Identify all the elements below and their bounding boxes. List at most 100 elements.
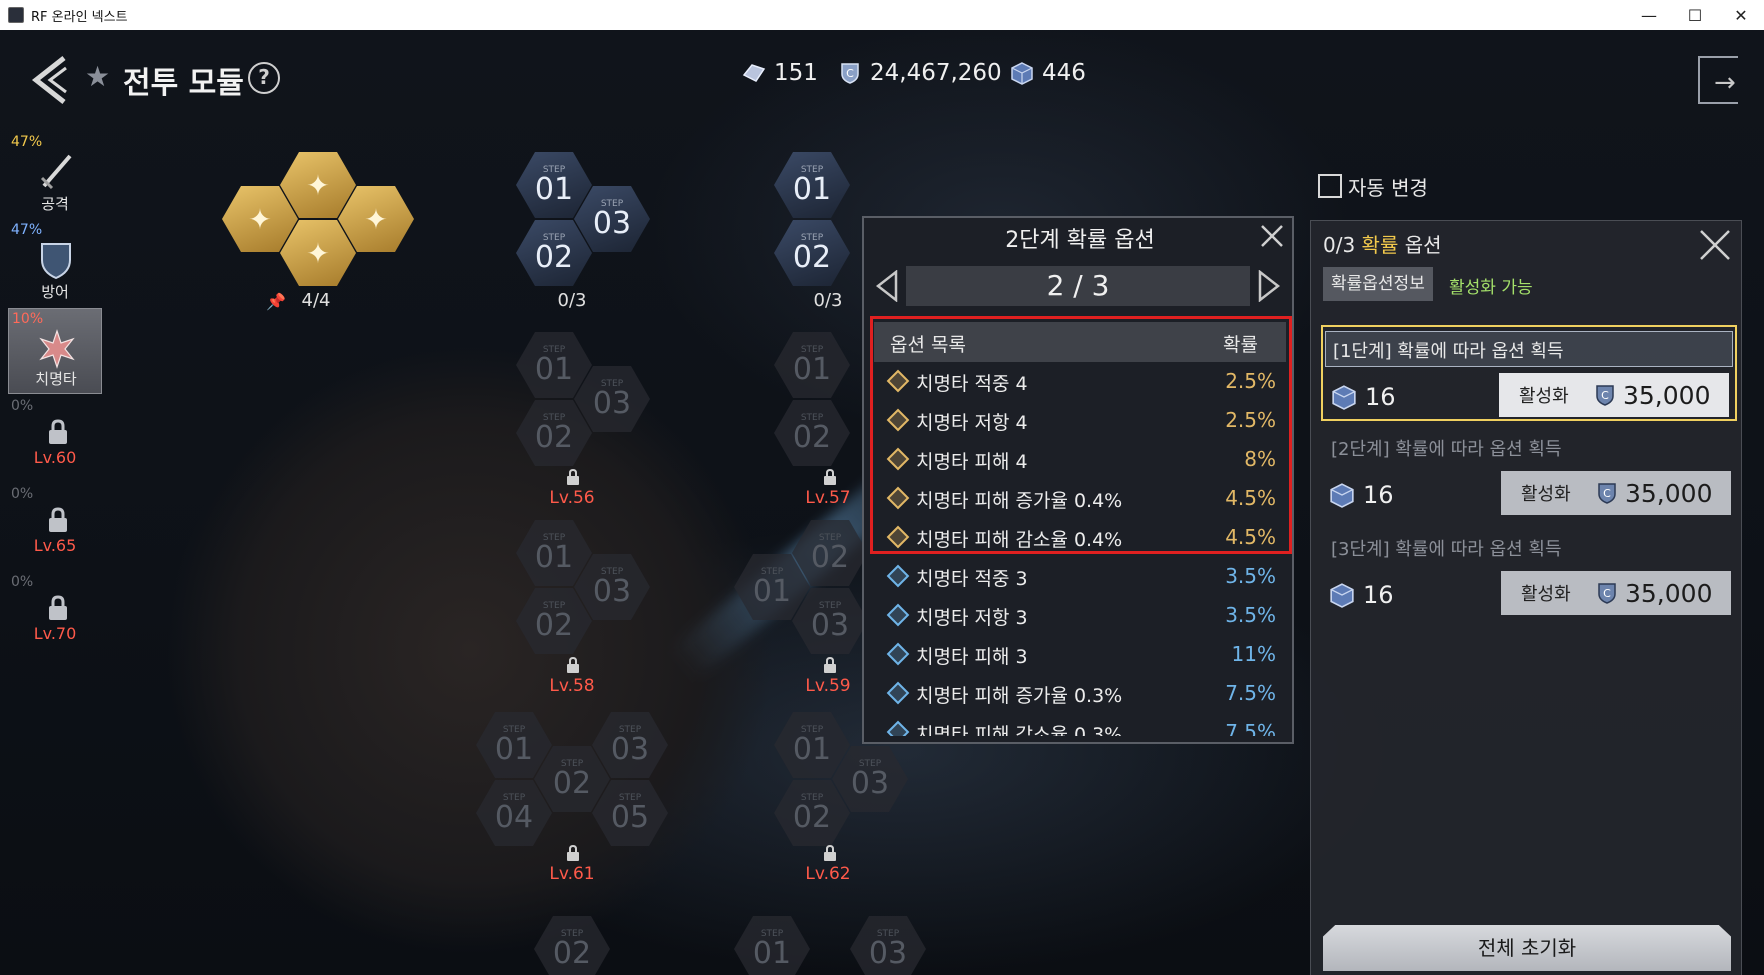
unlock-level: Lv.58 bbox=[549, 676, 595, 696]
step-number: 02 bbox=[792, 240, 832, 275]
step-hex-locked: STEP 01 bbox=[774, 332, 850, 398]
sidebar-tab-locked-3[interactable]: 0% Lv.70 bbox=[8, 572, 102, 658]
step-number: 03 bbox=[810, 608, 850, 643]
unlock-level: Lv.57 bbox=[805, 488, 851, 508]
currency-gold-value: 24,467,260 bbox=[870, 60, 1002, 86]
unlock-level: Lv.61 bbox=[549, 864, 595, 884]
probability-option-panel: 0/3 확률 옵션 확률옵션정보 활성화 가능 [1단계] 확률에 따라 옵션 … bbox=[1310, 220, 1742, 975]
option-name: 치명타 저항 3 bbox=[916, 607, 1028, 629]
cluster-progress: 4/4 bbox=[301, 290, 331, 311]
auto-change-checkbox[interactable] bbox=[1318, 174, 1342, 198]
close-window-button[interactable]: ✕ bbox=[1718, 0, 1764, 30]
step-number: 02 bbox=[534, 608, 574, 643]
sidebar-tab-defense[interactable]: 47% 방어 bbox=[8, 220, 102, 306]
lock-icon bbox=[49, 507, 67, 532]
lock-icon bbox=[567, 656, 579, 673]
step-number: 03 bbox=[610, 732, 650, 767]
step-hex-locked: STEP 02 bbox=[774, 400, 850, 466]
help-icon[interactable]: ? bbox=[248, 62, 280, 94]
exit-arrow-icon: → bbox=[1714, 68, 1736, 98]
step-number: 01 bbox=[792, 732, 832, 767]
option-name: 치명타 피해 감소율 0.3% bbox=[916, 724, 1123, 736]
lock-icon bbox=[49, 595, 67, 620]
step-number: 02 bbox=[534, 240, 574, 275]
sidebar-tab-pct: 0% bbox=[11, 398, 34, 414]
exit-button[interactable]: → bbox=[1698, 56, 1738, 104]
lock-icon bbox=[567, 468, 579, 485]
sidebar-tab-locked-2[interactable]: 0% Lv.65 bbox=[8, 484, 102, 570]
step-number: 02 bbox=[810, 540, 850, 575]
option-row: 치명타 피해 감소율 0.3% 7.5% bbox=[874, 713, 1286, 736]
step-number: 02 bbox=[792, 420, 832, 455]
stage-row-1[interactable]: [1단계] 확률에 따라 옵션 획득 16 활성화 C 35,000 bbox=[1321, 325, 1737, 421]
window-title: RF 온라인 넥스트 bbox=[31, 9, 128, 25]
step-number: 01 bbox=[534, 540, 574, 575]
stage-row-2[interactable]: [2단계] 확률에 따라 옵션 획득 16 활성화 C 35,000 bbox=[1321, 425, 1737, 521]
unlock-level: Lv.59 bbox=[805, 676, 851, 696]
step-number: 01 bbox=[534, 352, 574, 387]
sidebar-tab-critical[interactable]: 10% 치명타 bbox=[8, 308, 102, 394]
lock-icon bbox=[824, 844, 836, 861]
step-number: 03 bbox=[592, 206, 632, 241]
close-icon[interactable] bbox=[1258, 222, 1286, 250]
favorite-star-icon[interactable]: ★ bbox=[85, 60, 110, 93]
cube-icon bbox=[1332, 385, 1356, 410]
back-arrow-icon[interactable] bbox=[28, 52, 72, 108]
sidebar-tab-pct: 0% bbox=[11, 574, 34, 590]
maximize-button[interactable]: ☐ bbox=[1672, 0, 1718, 30]
page-title: 전투 모듈 bbox=[123, 66, 244, 101]
option-name: 치명타 피해 3 bbox=[916, 646, 1028, 668]
stage-cost: 16 bbox=[1331, 383, 1396, 411]
lock-icon bbox=[824, 656, 836, 673]
sidebar-tab-attack[interactable]: 47% 공격 bbox=[8, 132, 102, 218]
step-number: 01 bbox=[752, 574, 792, 609]
option-probability: 7.5% bbox=[1225, 681, 1276, 705]
activate-label: 활성화 bbox=[1521, 584, 1571, 605]
step-hex-locked: STEP 01 bbox=[734, 916, 810, 975]
step-number: 01 bbox=[534, 172, 574, 207]
step-hex-locked: STEP 03 bbox=[850, 916, 926, 975]
sidebar-tab-level: Lv.60 bbox=[33, 448, 77, 467]
gold-coin-icon: C bbox=[1598, 583, 1616, 604]
step-number: 01 bbox=[752, 936, 792, 971]
activate-button[interactable]: 활성화 C 35,000 bbox=[1501, 571, 1731, 615]
option-name: 치명타 적중 3 bbox=[916, 568, 1028, 590]
critical-burst-icon bbox=[39, 329, 75, 369]
option-probability: 3.5% bbox=[1225, 564, 1276, 588]
popup-title: 2단계 확률 옵션 bbox=[1005, 228, 1155, 253]
step-number: 03 bbox=[592, 386, 632, 421]
cluster-progress: 0/3 bbox=[557, 290, 587, 311]
reset-all-button[interactable]: 전체 초기화 bbox=[1323, 925, 1731, 971]
step-hex-02[interactable]: STEP 02 bbox=[774, 220, 850, 286]
step-number: 02 bbox=[552, 766, 592, 801]
option-row: 치명타 저항 3 3.5% bbox=[874, 596, 1286, 635]
option-row: 치명타 피해 3 11% bbox=[874, 635, 1286, 674]
option-probability: 3.5% bbox=[1225, 603, 1276, 627]
tier-diamond-icon bbox=[886, 603, 910, 627]
step-number: 03 bbox=[868, 936, 908, 971]
activate-price: 35,000 bbox=[1625, 578, 1713, 608]
lock-icon bbox=[49, 419, 67, 444]
activate-button[interactable]: 활성화 C 35,000 bbox=[1499, 373, 1729, 417]
stage-row-3[interactable]: [3단계] 확률에 따라 옵션 획득 16 활성화 C 35,000 bbox=[1321, 525, 1737, 621]
unlock-level: Lv.56 bbox=[549, 488, 595, 508]
highlight-box bbox=[870, 316, 1292, 554]
minimize-button[interactable]: — bbox=[1626, 0, 1672, 30]
cube-icon bbox=[1330, 583, 1354, 608]
sidebar-tab-locked-1[interactable]: 0% Lv.60 bbox=[8, 396, 102, 482]
step-hex-01[interactable]: STEP 01 bbox=[774, 152, 850, 218]
activate-button[interactable]: 활성화 C 35,000 bbox=[1501, 471, 1731, 515]
blade-icon: ✦ bbox=[306, 168, 330, 202]
sidebar-tab-level: Lv.65 bbox=[33, 536, 77, 555]
option-row: 치명타 피해 증가율 0.3% 7.5% bbox=[874, 674, 1286, 713]
close-icon[interactable] bbox=[1697, 227, 1733, 263]
prev-page-icon[interactable] bbox=[874, 270, 900, 302]
tier-diamond-icon bbox=[886, 642, 910, 666]
activation-status: 활성화 가능 bbox=[1449, 278, 1533, 298]
next-page-icon[interactable] bbox=[1256, 270, 1282, 302]
step-number: 03 bbox=[592, 574, 632, 609]
option-info-button[interactable]: 확률옵션정보 bbox=[1323, 267, 1433, 301]
activate-label: 활성화 bbox=[1521, 484, 1571, 505]
activate-label: 활성화 bbox=[1519, 386, 1569, 407]
page-indicator: 2 / 3 bbox=[906, 266, 1250, 306]
